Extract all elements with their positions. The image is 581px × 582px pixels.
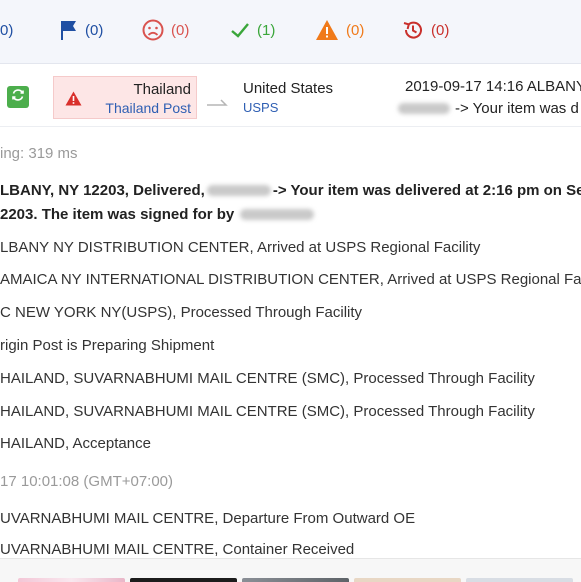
redacted-text bbox=[206, 185, 271, 196]
filter-exception[interactable]: (0) bbox=[142, 19, 189, 41]
exception-count: (0) bbox=[171, 21, 190, 39]
filter-flagged[interactable]: (0) bbox=[60, 19, 103, 41]
event-delivered-signature: 2203. The item was signed for by bbox=[0, 206, 235, 223]
origin-event-item: UVARNABHUMI MAIL CENTRE, Container Recei… bbox=[0, 541, 355, 558]
flag-icon bbox=[60, 20, 78, 40]
checkmark-icon bbox=[230, 20, 250, 40]
thumbnail[interactable] bbox=[242, 578, 349, 582]
origin-box: Thailand Thailand Post bbox=[53, 76, 197, 119]
sad-face-icon bbox=[142, 19, 164, 41]
event-delivered-location: LBANY, NY 12203, Delivered, bbox=[0, 182, 205, 199]
origin-carrier[interactable]: Thailand Post bbox=[105, 100, 191, 116]
origin-country: Thailand bbox=[133, 81, 191, 98]
event-item: HAILAND, SUVARNABHUMI MAIL CENTRE (SMC),… bbox=[0, 370, 535, 387]
event-item: LBANY NY DISTRIBUTION CENTER, Arrived at… bbox=[0, 239, 481, 256]
status-filter-bar: 0) (0) (0) (1) (0) (0) bbox=[0, 0, 581, 64]
filter-delivered[interactable]: (1) bbox=[230, 19, 275, 41]
destination-country: United States bbox=[243, 80, 334, 97]
expired-count: (0) bbox=[431, 21, 450, 39]
thumbnail[interactable] bbox=[18, 578, 125, 582]
flagged-count: (0) bbox=[85, 21, 104, 39]
event-delivered-line2: 2203. The item was signed for by bbox=[0, 206, 315, 223]
thumbnail[interactable] bbox=[130, 578, 237, 582]
latest-event-time: 2019-09-17 14:16 ALBANY bbox=[405, 78, 581, 95]
event-item: rigin Post is Preparing Shipment bbox=[0, 337, 215, 354]
event-item: HAILAND, SUVARNABHUMI MAIL CENTRE (SMC),… bbox=[0, 403, 535, 420]
alert-count: (0) bbox=[346, 21, 365, 39]
origin-event-item: UVARNABHUMI MAIL CENTRE, Departure From … bbox=[0, 510, 416, 527]
event-item: AMAICA NY INTERNATIONAL DISTRIBUTION CEN… bbox=[0, 271, 581, 288]
latest-event-description: -> Your item was d bbox=[455, 100, 579, 117]
event-item: HAILAND, Acceptance bbox=[0, 435, 151, 452]
thumbnail-strip[interactable] bbox=[0, 558, 581, 582]
destination-carrier[interactable]: USPS bbox=[243, 100, 278, 115]
all-count: 0) bbox=[0, 21, 14, 39]
history-icon bbox=[402, 19, 424, 41]
route-arrow-icon bbox=[206, 94, 230, 112]
timing-info: ing: 319 ms bbox=[0, 145, 78, 162]
filter-alert[interactable]: (0) bbox=[315, 19, 364, 41]
filter-expired[interactable]: (0) bbox=[402, 19, 449, 41]
warning-icon bbox=[315, 19, 339, 41]
refresh-icon bbox=[11, 88, 25, 107]
refresh-button[interactable] bbox=[7, 86, 29, 108]
thumbnail[interactable] bbox=[354, 578, 461, 582]
origin-section-time: 17 10:01:08 (GMT+07:00) bbox=[0, 473, 174, 490]
redacted-text bbox=[240, 209, 315, 220]
filter-all[interactable]: 0) bbox=[0, 19, 13, 41]
delivered-count: (1) bbox=[257, 21, 276, 39]
event-delivered-text: -> Your item was delivered at 2:16 pm on… bbox=[272, 182, 581, 199]
warning-icon bbox=[65, 91, 82, 111]
event-item: C NEW YORK NY(USPS), Processed Through F… bbox=[0, 304, 363, 321]
event-delivered-line1: LBANY, NY 12203, Delivered, -> Your item … bbox=[0, 182, 581, 199]
thumbnail[interactable] bbox=[466, 578, 573, 582]
redacted-text bbox=[398, 103, 450, 114]
